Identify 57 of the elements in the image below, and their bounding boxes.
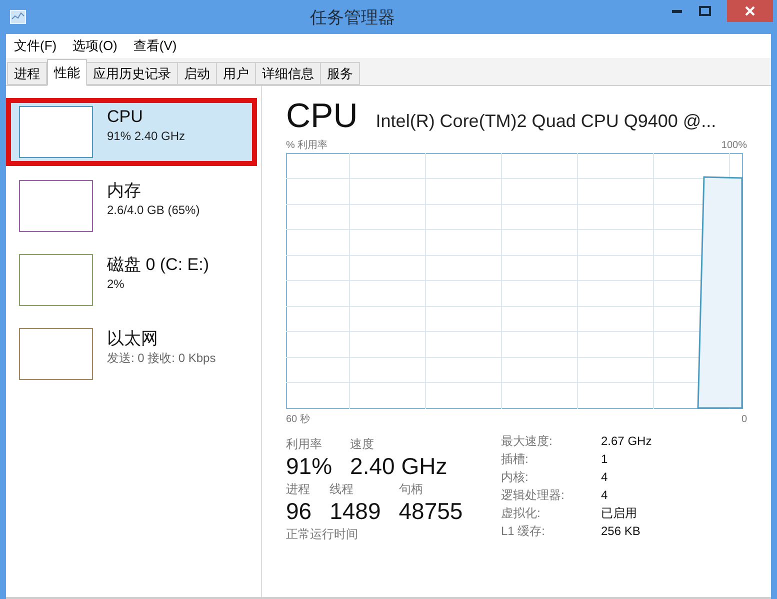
item-name: 以太网 <box>107 328 159 350</box>
stat-value: 1489 <box>330 497 381 525</box>
item-name: CPU <box>107 106 144 128</box>
stat-value: 91% <box>286 452 332 480</box>
axis-label: 0 <box>741 413 747 427</box>
axis-label: 60 秒 <box>286 412 310 427</box>
tab[interactable]: 进程 <box>7 62 47 85</box>
item-detail: 91% 2.40 GHz <box>107 128 186 144</box>
tab[interactable]: 启动 <box>177 62 217 85</box>
spec-label: 虚拟化: <box>501 505 542 522</box>
axis-label: 100% <box>721 139 747 153</box>
stat-label: 线程 <box>330 482 355 497</box>
spec-label: 逻辑处理器: <box>501 487 566 504</box>
stat-value: 96 <box>286 497 312 525</box>
spec-label: L1 缓存: <box>501 523 546 540</box>
menu-item[interactable]: 文件(F) <box>14 36 57 56</box>
item-detail: 发送: 0 接收: 0 Kbps <box>107 350 216 366</box>
tab[interactable]: 应用历史记录 <box>86 62 178 85</box>
spec-label: 插槽: <box>501 451 530 468</box>
stat-label: 速度 <box>350 437 376 452</box>
spec-value: 4 <box>601 487 609 504</box>
item-name: 内存 <box>107 180 142 202</box>
stat-value: 2.40 GHz <box>350 452 448 480</box>
spec-value: 256 KB <box>601 523 642 540</box>
spec-value: 4 <box>601 469 609 486</box>
minimize-icon <box>672 10 682 12</box>
tab[interactable]: 详细信息 <box>255 62 321 85</box>
sidebar-item[interactable]: 以太网 发送: 0 接收: 0 Kbps <box>6 320 257 388</box>
spec-label: 最大速度: <box>501 433 554 450</box>
maximize-icon <box>699 6 711 16</box>
tab[interactable]: 服务 <box>320 62 360 85</box>
stat-label: 利用率 <box>286 437 323 452</box>
stat-label: 正常运行时间 <box>286 527 359 541</box>
item-detail: 2% <box>107 276 126 292</box>
window-title: 任务管理器 <box>310 7 395 29</box>
stat-label: 进程 <box>286 482 311 497</box>
app-icon <box>10 10 26 24</box>
sidebar-item[interactable]: 磁盘 0 (C: E:) 2% <box>6 246 257 314</box>
menu-item[interactable]: 查看(V) <box>133 36 177 56</box>
spec-value: 1 <box>601 451 609 468</box>
close-button[interactable] <box>727 0 773 22</box>
tab[interactable]: 性能 <box>47 59 87 86</box>
sidebar-item[interactable]: CPU 91% 2.40 GHz <box>6 98 257 166</box>
sidebar-item[interactable]: 内存 2.6/4.0 GB (65%) <box>6 172 257 240</box>
spec-value: 已启用 <box>601 505 638 522</box>
panel-title: CPU <box>286 96 358 136</box>
item-name: 磁盘 0 (C: E:) <box>107 254 210 276</box>
close-icon <box>745 6 755 16</box>
processor-name: Intel(R) Core(TM)2 Quad CPU Q9400 @... <box>376 110 716 133</box>
axis-label: % 利用率 <box>286 138 328 153</box>
tab[interactable]: 用户 <box>216 62 256 85</box>
stat-label: 句柄 <box>398 482 424 497</box>
spec-value: 2.67 GHz <box>601 433 652 450</box>
item-detail: 2.6/4.0 GB (65%) <box>107 202 200 218</box>
stat-value: 48755 <box>398 497 463 525</box>
spec-label: 内核: <box>501 469 530 486</box>
menu-item[interactable]: 选项(O) <box>72 36 118 56</box>
